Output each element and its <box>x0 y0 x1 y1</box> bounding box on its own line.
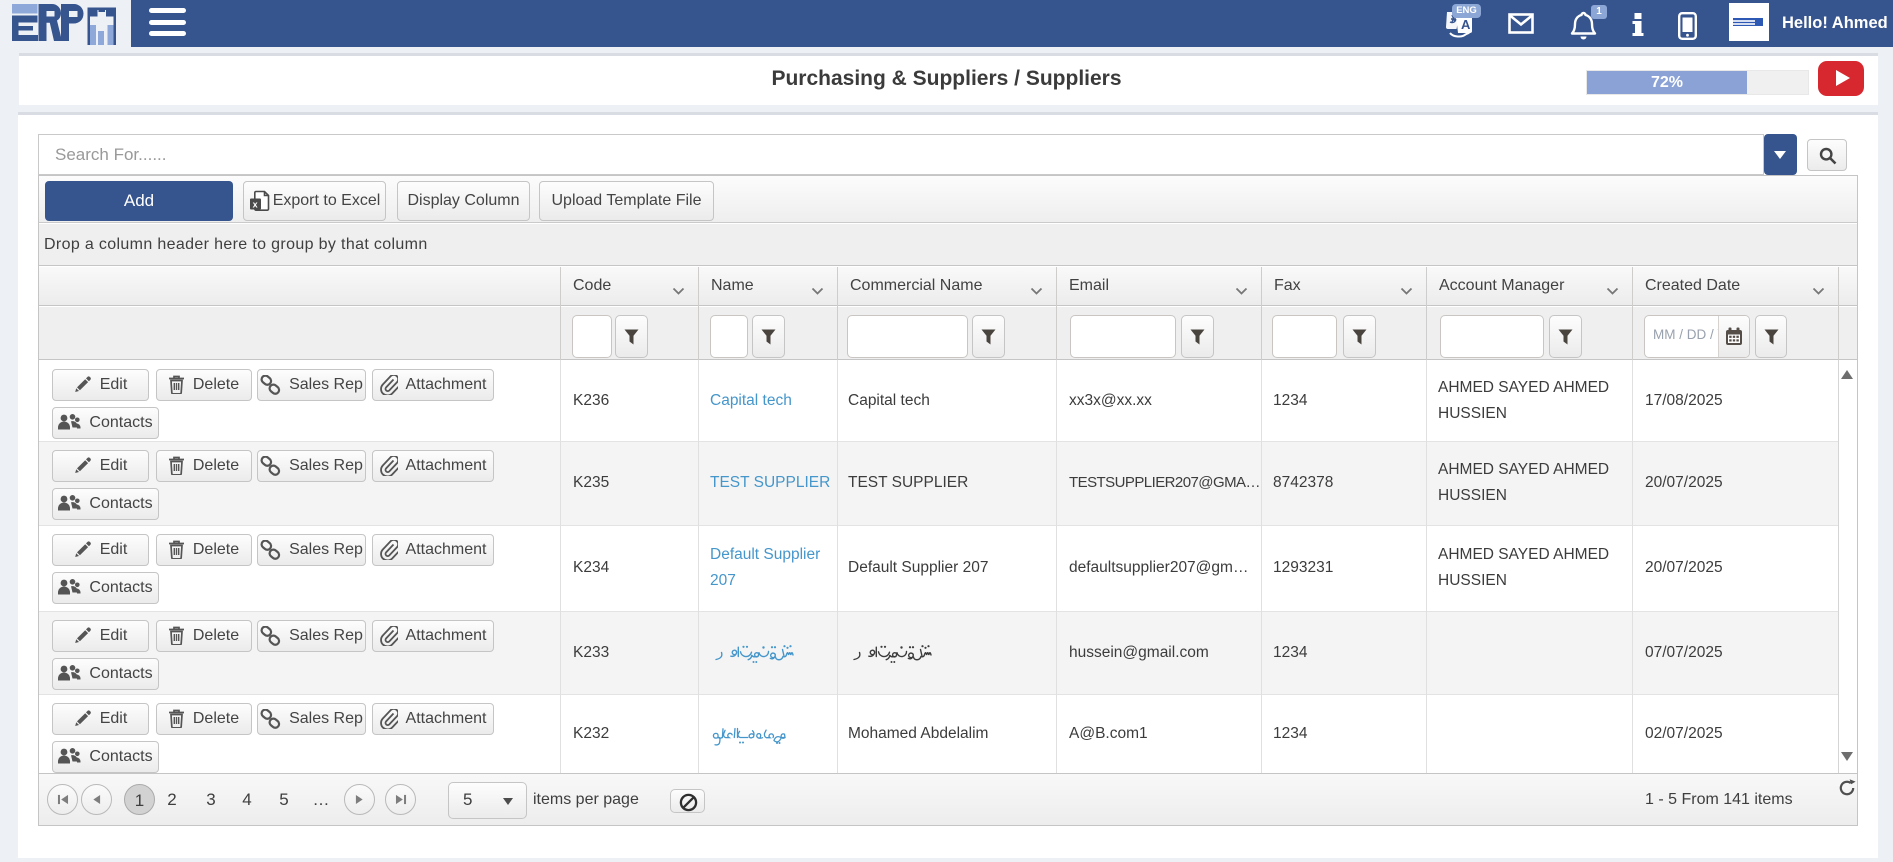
svg-text:x: x <box>252 199 257 209</box>
svg-text:A: A <box>1461 17 1471 32</box>
